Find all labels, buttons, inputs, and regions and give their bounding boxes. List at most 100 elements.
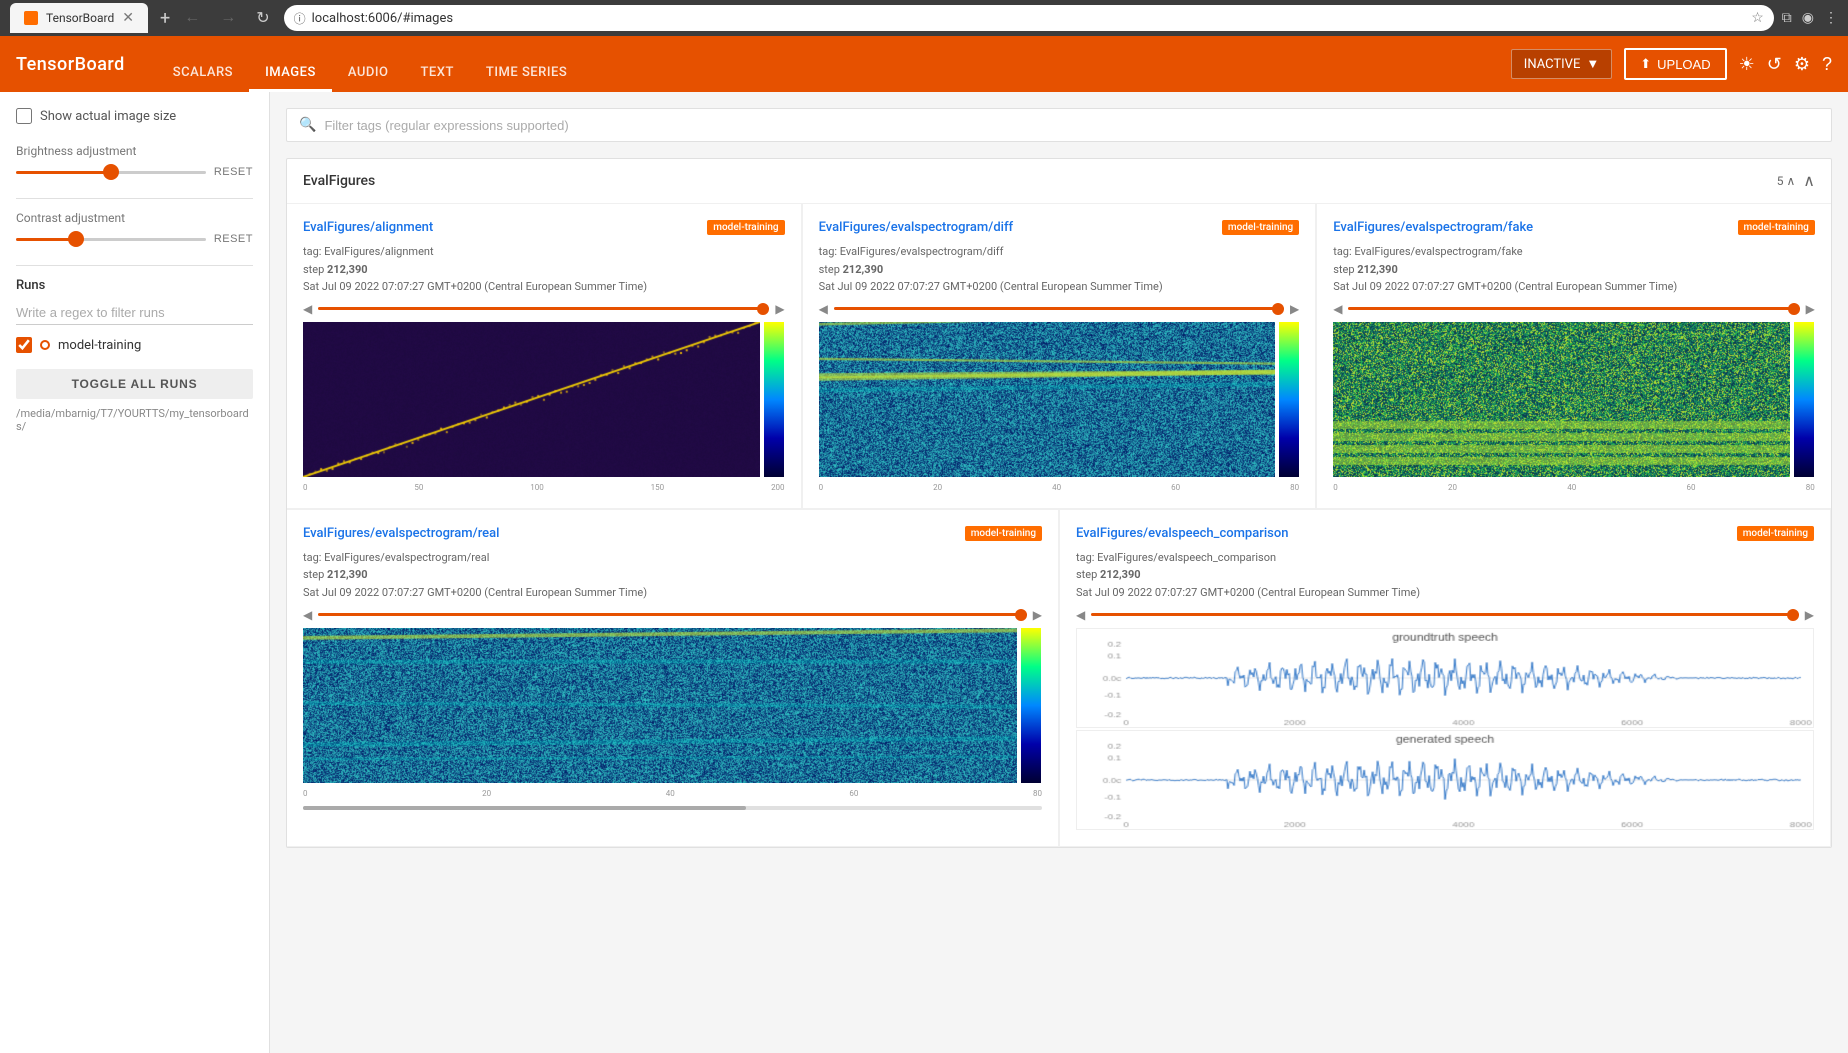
slider-right-arrow-real[interactable]: ▶ xyxy=(1033,608,1042,622)
runs-filter-input[interactable] xyxy=(16,301,253,325)
image-row-2: model-training EvalFigures/evalspectrogr… xyxy=(287,510,1831,847)
badge-speech: model-training xyxy=(1737,526,1814,541)
nav-tab-audio[interactable]: AUDIO xyxy=(332,65,405,92)
badge-alignment: model-training xyxy=(707,220,784,235)
extensions-icon[interactable]: ⧉ xyxy=(1782,10,1792,26)
slider-left-arrow-fake[interactable]: ◀ xyxy=(1333,302,1342,316)
real-axis-bottom: 020406080 xyxy=(303,789,1042,798)
slider-right-arrow-diff[interactable]: ▶ xyxy=(1290,302,1299,316)
fake-image-container xyxy=(1333,322,1815,481)
alignment-colorbar-canvas xyxy=(764,322,784,477)
path-label: /media/mbarnig/T7/YOURTTS/my_tensorboard… xyxy=(16,407,253,433)
back-button[interactable]: ← xyxy=(178,7,206,29)
contrast-slider-row: RESET xyxy=(16,233,253,245)
step-slider-alignment[interactable] xyxy=(318,307,769,310)
card-meta-alignment: tag: EvalFigures/alignment step 212,390 … xyxy=(303,243,785,296)
badge-real: model-training xyxy=(965,526,1042,541)
real-colorbar xyxy=(1021,628,1042,787)
card-title-speech[interactable]: EvalFigures/evalspeech_comparison xyxy=(1076,526,1814,541)
brightness-slider[interactable] xyxy=(16,171,206,174)
card-slider-row-real: ◀ ▶ xyxy=(303,608,1042,622)
theme-toggle-icon[interactable]: ☀ xyxy=(1739,54,1755,75)
card-header-speech: model-training EvalFigures/evalspeech_co… xyxy=(1076,526,1814,541)
step-slider-real[interactable] xyxy=(318,613,1027,616)
run-color-dot xyxy=(40,340,50,350)
reload-button[interactable]: ↻ xyxy=(250,6,275,30)
help-icon[interactable]: ? xyxy=(1822,54,1832,75)
app-header: TensorBoard SCALARS IMAGES AUDIO TEXT TI… xyxy=(0,36,1848,92)
profile-icon[interactable]: ◉ xyxy=(1802,10,1814,26)
slider-left-arrow-alignment[interactable]: ◀ xyxy=(303,302,312,316)
nav-tab-images[interactable]: IMAGES xyxy=(249,65,332,92)
brightness-section: Brightness adjustment RESET xyxy=(16,144,253,178)
alignment-axis-bottom: 050100150200 xyxy=(303,483,785,492)
show-image-size-checkbox[interactable] xyxy=(16,108,32,124)
browser-tab[interactable]: TensorBoard ✕ xyxy=(10,3,148,33)
upload-icon: ⬆ xyxy=(1640,56,1651,72)
section-count: 5 ∧ xyxy=(1777,174,1796,188)
slider-right-arrow-speech[interactable]: ▶ xyxy=(1805,608,1814,622)
real-colorbar-canvas xyxy=(1021,628,1041,783)
image-card-fake: model-training EvalFigures/evalspectrogr… xyxy=(1316,204,1831,509)
menu-icon[interactable]: ⋮ xyxy=(1824,10,1838,26)
slider-right-arrow-fake[interactable]: ▶ xyxy=(1806,302,1815,316)
show-image-size-control: Show actual image size xyxy=(16,108,253,124)
slider-left-arrow-real[interactable]: ◀ xyxy=(303,608,312,622)
image-card-real: model-training EvalFigures/evalspectrogr… xyxy=(287,510,1059,847)
runs-title: Runs xyxy=(16,278,253,293)
step-slider-diff[interactable] xyxy=(834,307,1284,310)
nav-tab-timeseries[interactable]: TIME SERIES xyxy=(470,65,583,92)
inactive-label: INACTIVE xyxy=(1524,57,1581,72)
image-card-diff: model-training EvalFigures/evalspectrogr… xyxy=(802,204,1317,509)
card-meta-diff: tag: EvalFigures/evalspectrogram/diff st… xyxy=(819,243,1300,296)
filter-input[interactable] xyxy=(324,118,1819,133)
tab-close-button[interactable]: ✕ xyxy=(122,10,134,26)
card-title-real[interactable]: EvalFigures/evalspectrogram/real xyxy=(303,526,1042,541)
slider-right-arrow-alignment[interactable]: ▶ xyxy=(775,302,784,316)
card-header-alignment: model-training EvalFigures/alignment xyxy=(303,220,785,235)
fake-colorbar xyxy=(1794,322,1815,481)
slider-left-arrow-diff[interactable]: ◀ xyxy=(819,302,828,316)
browser-chrome: TensorBoard ✕ + ← → ↻ ⓘ localhost:6006/#… xyxy=(0,0,1848,36)
contrast-slider[interactable] xyxy=(16,238,206,241)
forward-button[interactable]: → xyxy=(214,7,242,29)
run-item-model-training: model-training xyxy=(16,337,253,353)
slider-left-arrow-speech[interactable]: ◀ xyxy=(1076,608,1085,622)
waveform-generated-canvas xyxy=(1076,730,1814,830)
card-slider-row-fake: ◀ ▶ xyxy=(1333,302,1815,316)
contrast-section: Contrast adjustment RESET xyxy=(16,211,253,245)
run-checkbox-model-training[interactable] xyxy=(16,337,32,353)
fake-axis-bottom: 020406080 xyxy=(1333,483,1815,492)
brightness-reset-button[interactable]: RESET xyxy=(214,166,253,178)
fake-colorbar-canvas xyxy=(1794,322,1814,477)
nav-tab-scalars[interactable]: SCALARS xyxy=(157,65,249,92)
fake-canvas xyxy=(1333,322,1790,477)
divider-2 xyxy=(16,265,253,266)
diff-colorbar xyxy=(1279,322,1300,481)
badge-diff: model-training xyxy=(1222,220,1299,235)
new-tab-button[interactable]: + xyxy=(160,8,170,29)
filter-bar: 🔍 xyxy=(286,108,1832,142)
url-text: localhost:6006/#images xyxy=(312,11,1746,26)
step-slider-fake[interactable] xyxy=(1348,307,1799,310)
section-collapse-button[interactable]: ∧ xyxy=(1803,171,1815,191)
section-title-eval-figures: EvalFigures xyxy=(303,173,375,189)
image-row-1: model-training EvalFigures/alignment tag… xyxy=(287,204,1831,510)
step-slider-speech[interactable] xyxy=(1091,613,1799,616)
show-image-size-label: Show actual image size xyxy=(40,109,176,124)
contrast-reset-button[interactable]: RESET xyxy=(214,233,253,245)
toggle-all-runs-button[interactable]: TOGGLE ALL RUNS xyxy=(16,369,253,399)
real-scrollbar-thumb xyxy=(303,806,746,810)
run-label-model-training: model-training xyxy=(58,338,141,353)
filter-search-icon: 🔍 xyxy=(299,117,316,133)
nav-tab-text[interactable]: TEXT xyxy=(404,65,469,92)
main-nav: SCALARS IMAGES AUDIO TEXT TIME SERIES xyxy=(157,36,583,92)
address-bar[interactable]: ⓘ localhost:6006/#images ☆ xyxy=(284,5,1774,31)
bookmark-icon[interactable]: ☆ xyxy=(1751,10,1764,26)
settings-icon[interactable]: ⚙ xyxy=(1794,54,1810,75)
inactive-dropdown[interactable]: INACTIVE ▼ xyxy=(1511,49,1612,79)
alignment-image-container xyxy=(303,322,785,481)
browser-action-buttons: ⧉ ◉ ⋮ xyxy=(1782,10,1838,26)
refresh-icon[interactable]: ↺ xyxy=(1767,54,1782,75)
upload-button[interactable]: ⬆ UPLOAD xyxy=(1624,48,1726,80)
